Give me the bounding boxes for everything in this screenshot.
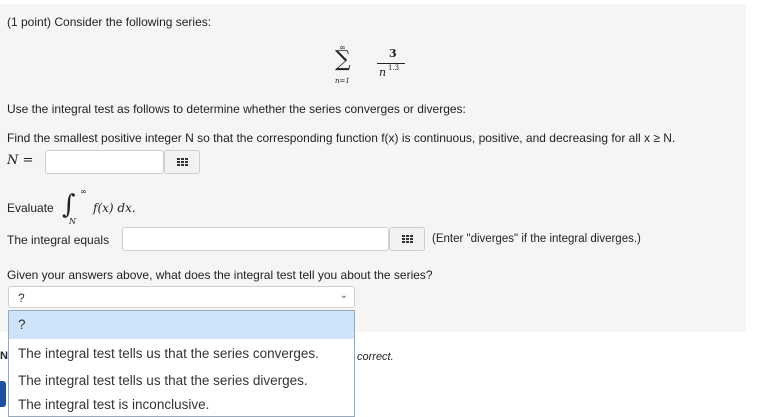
question-text: Given your answers above, what does the …: [7, 268, 433, 282]
find-text: Find the smallest positive integer N so …: [7, 131, 676, 145]
submit-button-edge[interactable]: [0, 381, 6, 407]
conclusion-select[interactable]: ? ⌄: [8, 286, 355, 308]
grid-icon: [401, 235, 413, 243]
problem-intro: (1 point) Consider the following series:: [7, 15, 212, 29]
select-option[interactable]: ?: [9, 311, 354, 339]
n-label: N =: [7, 153, 34, 168]
integral-icon: ∫: [62, 190, 76, 220]
select-value: ?: [18, 291, 25, 305]
select-dropdown-list: ? The integral test tells us that the se…: [8, 310, 355, 417]
sigma-icon: ∑: [335, 47, 351, 72]
integral-equals-label: The integral equals: [7, 233, 110, 247]
select-option[interactable]: The integral test tells us that the seri…: [9, 340, 354, 368]
grid-icon: [176, 158, 188, 166]
integral-hint: (Enter "diverges" if the integral diverg…: [432, 233, 641, 245]
instruction-text: Use the integral test as follows to dete…: [7, 102, 466, 116]
hidden-message-text: correct.: [357, 351, 394, 363]
integral-input[interactable]: [122, 227, 389, 251]
chevron-down-icon: ⌄: [339, 290, 348, 301]
fraction-denominator-exp: 1.3: [388, 64, 400, 72]
sum-lower: n=1: [335, 77, 350, 85]
integral-upper: ∞: [80, 187, 87, 196]
select-option[interactable]: The integral test is inconclusive.: [9, 395, 354, 417]
evaluate-label: Evaluate: [7, 201, 54, 215]
hidden-message-prefix: N: [0, 350, 8, 362]
n-matrix-button[interactable]: [164, 150, 200, 174]
select-option[interactable]: The integral test tells us that the seri…: [9, 367, 354, 395]
fraction-denominator-base: n: [379, 66, 387, 79]
fraction-numerator: 3: [389, 47, 397, 60]
integrand: f(x) dx.: [93, 201, 136, 215]
integral-lower: N: [69, 217, 76, 226]
integral-matrix-button[interactable]: [389, 227, 425, 251]
n-input[interactable]: [45, 150, 164, 174]
